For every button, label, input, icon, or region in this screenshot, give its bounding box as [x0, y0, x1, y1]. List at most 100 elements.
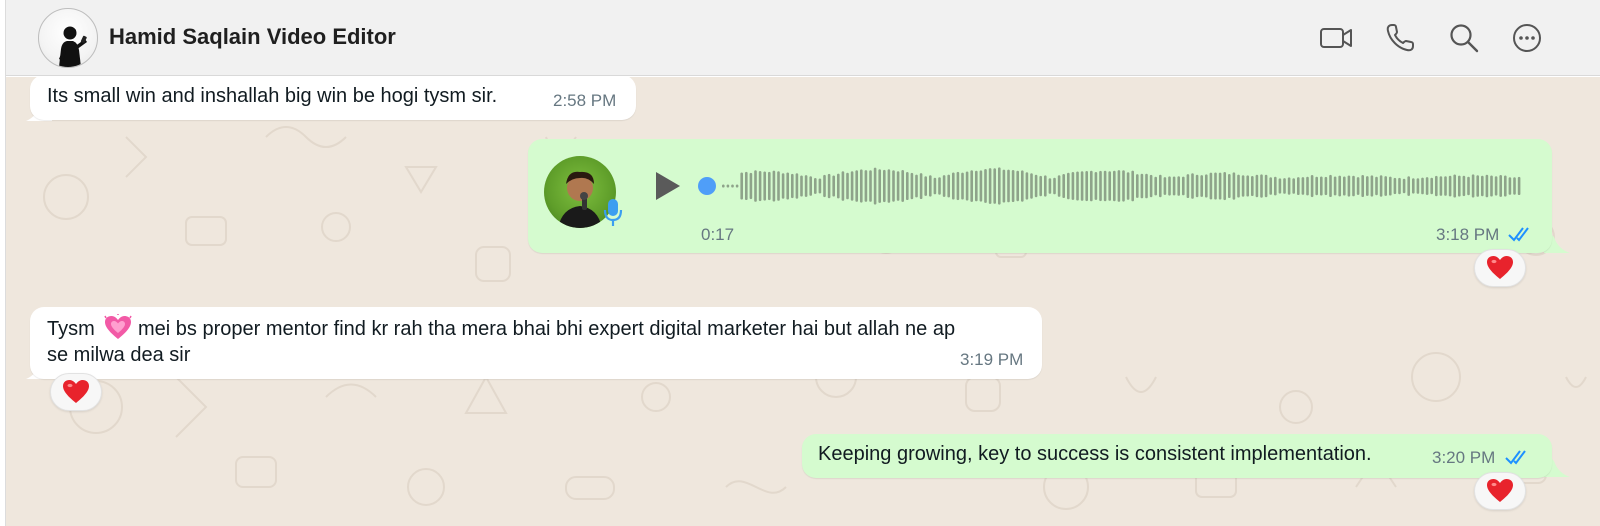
- waveform-bar: [1310, 175, 1314, 198]
- waveform-bar: [1513, 177, 1516, 195]
- play-icon[interactable]: [652, 170, 682, 202]
- message-bubble-outgoing[interactable]: Keeping growing, key to success is consi…: [802, 434, 1552, 478]
- waveform-bar: [1343, 176, 1346, 196]
- waveform-bar: [1237, 174, 1240, 198]
- waveform-bar: [1301, 177, 1305, 195]
- waveform-bar: [1421, 177, 1424, 195]
- waveform-bar: [1145, 173, 1148, 199]
- message-text: Keeping growing, key to success is consi…: [818, 443, 1372, 465]
- waveform-bar: [841, 171, 845, 201]
- voice-call-icon[interactable]: [1382, 20, 1418, 56]
- waveform-bar: [901, 170, 904, 202]
- waveform-bar: [1232, 172, 1236, 200]
- waveform-bar: [998, 167, 1001, 205]
- waveform-bar: [786, 172, 789, 200]
- waveform-bar: [1315, 176, 1318, 196]
- search-icon[interactable]: [1446, 20, 1482, 56]
- waveform-bar: [979, 170, 983, 202]
- message-time: 3:20 PM: [1432, 448, 1496, 467]
- waveform-bar: [1467, 176, 1470, 196]
- waveform-bar: [1131, 170, 1134, 202]
- waveform-bar: [910, 172, 914, 200]
- waveform-bar: [1103, 170, 1107, 202]
- waveform-bar: [1057, 175, 1061, 197]
- waveform-bar: [1269, 177, 1272, 195]
- waveform-bar: [1241, 175, 1245, 197]
- waveform-bar: [827, 173, 831, 199]
- waveform-bar: [1384, 176, 1387, 196]
- reaction-badge[interactable]: [1474, 472, 1526, 510]
- waveform-bar: [1306, 176, 1309, 196]
- waveform-bar: [1140, 173, 1144, 199]
- waveform-bar: [864, 170, 868, 202]
- waveform-bar: [1163, 177, 1167, 195]
- waveform-bar: [1011, 170, 1015, 202]
- waveform-bar: [1030, 173, 1033, 199]
- waveform-bar: [1283, 178, 1286, 194]
- waveform-bar: [735, 184, 739, 188]
- waveform-bar: [1126, 172, 1130, 200]
- microphone-icon: [603, 199, 623, 226]
- waveform-bar: [1218, 172, 1222, 200]
- message-time: 3:18 PM: [1436, 225, 1500, 244]
- reaction-badge[interactable]: [50, 373, 102, 411]
- voice-message-bubble[interactable]: 0:17 3:18 PM: [528, 139, 1552, 253]
- waveform-bar: [1200, 175, 1203, 197]
- message-bubble-incoming[interactable]: Tysm mei bs proper mentor find kr rah th…: [30, 307, 1042, 379]
- waveform-bar: [970, 170, 973, 202]
- waveform-bar: [956, 171, 960, 201]
- heart-reaction-icon: [63, 380, 89, 403]
- waveform-bar: [906, 172, 909, 200]
- waveform-bar: [942, 175, 946, 197]
- waveform-bar: [1090, 170, 1093, 202]
- waveform-bar: [1361, 175, 1364, 197]
- contact-avatar[interactable]: [38, 8, 98, 68]
- growing-heart-emoji: [104, 314, 132, 339]
- contact-name[interactable]: Hamid Saqlain Video Editor: [109, 24, 396, 50]
- more-options-icon[interactable]: [1509, 20, 1545, 56]
- waveform-bar: [1094, 172, 1098, 200]
- waveform-bar: [965, 171, 969, 201]
- waveform-bar: [1494, 176, 1498, 196]
- waveform-bar: [832, 175, 835, 197]
- waveform-bar: [1287, 177, 1291, 195]
- waveform-bar: [1016, 170, 1019, 202]
- waveform-bar: [1214, 172, 1217, 200]
- waveform-bar: [1458, 175, 1461, 197]
- waveform-bar: [791, 173, 794, 199]
- heart-reaction-icon: [1487, 479, 1513, 502]
- waveform-bar: [740, 172, 743, 200]
- waveform-bar: [887, 169, 891, 203]
- waveform-bar: [1425, 177, 1429, 195]
- waveform-bar: [1416, 178, 1420, 194]
- waveform-bar: [915, 174, 918, 198]
- message-time: 2:58 PM: [553, 91, 617, 110]
- video-call-icon[interactable]: [1318, 20, 1354, 56]
- waveform-bar: [846, 172, 849, 200]
- waveform-bar: [1228, 174, 1231, 198]
- waveform-bar: [772, 170, 776, 202]
- read-receipt-icon: [1505, 450, 1526, 465]
- waveform-bar: [795, 173, 799, 199]
- waveform-bar: [883, 169, 886, 203]
- waveform-bar: [1053, 177, 1056, 195]
- waveform-bar: [952, 172, 955, 200]
- waveform-bar: [933, 177, 937, 195]
- waveform-bar: [1182, 176, 1185, 196]
- waveform-bar: [1039, 175, 1042, 197]
- waveform-bar: [1149, 174, 1153, 198]
- waveform-bar: [1246, 175, 1249, 197]
- reaction-badge[interactable]: [1474, 249, 1526, 287]
- voice-duration: 0:17: [701, 225, 735, 244]
- voice-waveform[interactable]: [698, 161, 1528, 211]
- waveform-bar: [1117, 170, 1121, 202]
- message-bubble-incoming[interactable]: Its small win and inshallah big win be h…: [30, 77, 636, 120]
- chat-area[interactable]: Its small win and inshallah big win be h…: [6, 77, 1600, 526]
- waveform-bar: [1453, 174, 1456, 198]
- waveform-bar: [814, 178, 817, 194]
- message-time: 3:19 PM: [960, 350, 1024, 369]
- waveform-bar: [961, 172, 964, 200]
- waveform-playhead[interactable]: [698, 177, 716, 195]
- waveform-bar: [1324, 176, 1328, 196]
- waveform-bar: [1356, 177, 1360, 195]
